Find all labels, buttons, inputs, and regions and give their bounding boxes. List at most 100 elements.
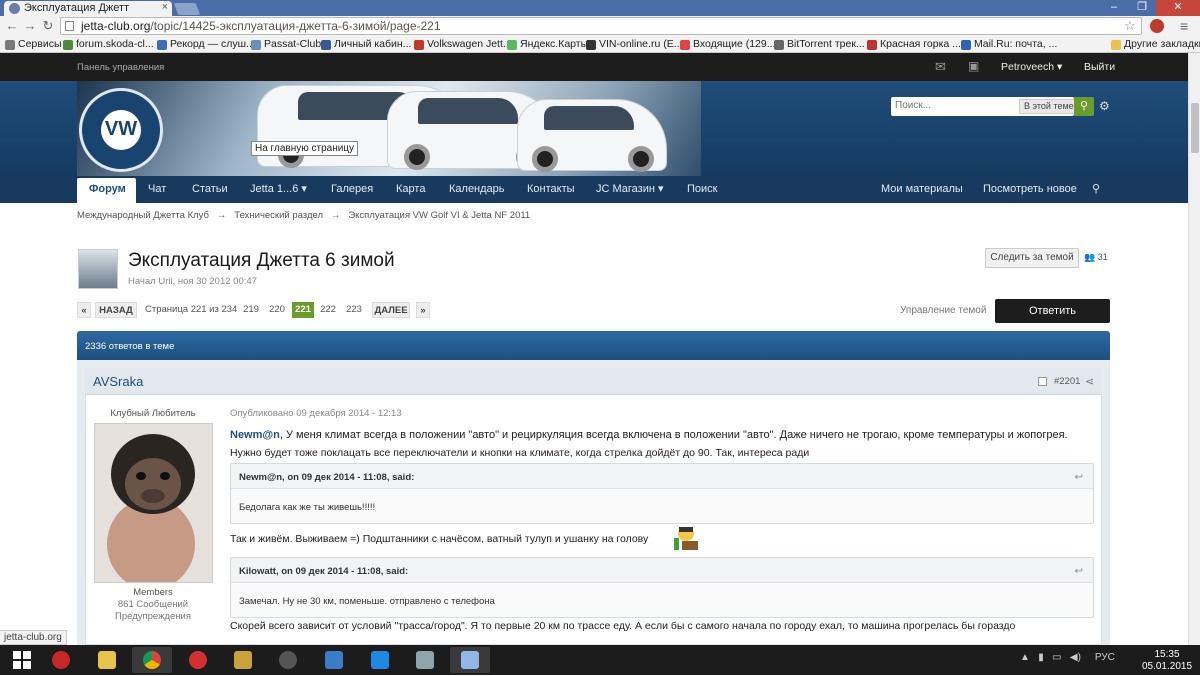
browser-tab[interactable]: Эксплуатация Джетт × [4,1,172,16]
topic-meta: Начал Urii, ноя 30 2012 00:47 [128,276,257,287]
tab-contacts[interactable]: Контакты [527,176,575,203]
extension-icon[interactable] [1150,19,1164,33]
taskbar-app[interactable] [87,647,127,673]
manage-topic-link[interactable]: Управление темой [900,305,986,316]
bookmark-item[interactable]: Красная горка ... [866,37,961,52]
tab-articles[interactable]: Статьи [192,176,228,203]
taskbar-app[interactable] [268,647,308,673]
breadcrumb-item[interactable]: Эксплуатация VW Golf VI & Jetta NF 2011 [348,210,530,221]
bookmark-item[interactable]: Volkswagen Jett... [413,37,512,52]
tab-search[interactable]: Поиск [687,176,717,203]
breadcrumb-item[interactable]: Международный Джетта Клуб [77,210,209,221]
view-quote-icon[interactable]: ↩ [1075,566,1083,577]
reply-button[interactable]: Ответить [995,299,1110,323]
first-page-button[interactable]: « [77,302,91,318]
page-link[interactable]: 223 [343,302,365,318]
last-page-button[interactable]: » [416,302,430,318]
post-text: Нужно будет тоже поклацать все переключа… [230,447,810,459]
start-button[interactable] [3,647,43,673]
search-scope[interactable]: В этой теме [1019,99,1079,114]
forward-arrow-icon[interactable]: → [22,17,38,34]
avatar[interactable] [94,423,213,583]
tab-my-content[interactable]: Мои материалы [881,176,963,203]
users-icon: 👥 [1084,252,1096,262]
post-select-checkbox[interactable] [1038,377,1047,386]
control-panel-link[interactable]: Панель управления [77,62,164,73]
taskbar-app[interactable] [41,647,81,673]
taskbar-app[interactable] [450,647,490,673]
notifications-icon[interactable]: ▣ [968,59,979,73]
status-bubble: jetta-club.org [0,630,67,645]
next-page-button[interactable]: ДАЛЕЕ [372,302,410,318]
tab-map[interactable]: Карта [396,176,425,203]
scrollbar-thumb[interactable] [1191,103,1199,153]
page-link[interactable]: 222 [317,302,339,318]
jetta-club-logo[interactable]: VW [79,88,163,172]
tab-view-new[interactable]: Посмотреть новое [983,176,1077,203]
location-icon[interactable]: ⚲ [1092,176,1100,203]
page-link[interactable]: 219 [240,302,262,318]
minimize-icon[interactable]: – [1100,0,1128,16]
bookmark-item[interactable]: BitTorrent трек... [773,37,865,52]
taskbar-app[interactable] [360,647,400,673]
bookmark-item[interactable]: Яндекс.Карты [506,37,588,52]
show-hidden-icons-icon[interactable]: ▲ [1020,652,1030,663]
followers-count[interactable]: 👥 31 [1084,252,1108,263]
topic-starter-avatar[interactable] [78,249,118,289]
post-author[interactable]: AVSraka [93,374,143,389]
tab-gallery[interactable]: Галерея [331,176,373,203]
gear-icon[interactable]: ⚙ [1099,99,1110,113]
other-bookmarks[interactable]: Другие закладки [1110,37,1200,52]
bookmark-item[interactable]: Рекорд — слуш... [156,37,255,52]
taskbar-app[interactable] [405,647,445,673]
clock[interactable]: 15:35 05.01.2015 [1140,649,1194,673]
post-text: Скорей всего зависит от условий "трасса/… [230,620,1016,632]
tab-forum[interactable]: Форум [89,176,126,203]
page-link[interactable]: 220 [266,302,288,318]
prev-page-button[interactable]: НАЗАД [95,302,137,318]
page-scrollbar[interactable] [1188,53,1200,645]
logout-link[interactable]: Выйти [1084,61,1115,73]
bookmark-item[interactable]: VIN-online.ru (E... [585,37,682,52]
tab-jetta-models[interactable]: Jetta 1...6 ▾ [250,176,307,203]
view-quote-icon[interactable]: ↩ [1075,472,1083,483]
language-indicator[interactable]: РУС [1095,652,1115,663]
quote-text: Бедолага как же ты живешь!!!!! [239,502,376,513]
mention-link[interactable]: Newm@n [230,429,280,441]
bookmark-item[interactable]: Passat-Club [250,37,321,52]
maximize-icon[interactable]: ❐ [1128,0,1156,16]
taskbar-app[interactable] [178,647,218,673]
taskbar-app[interactable] [223,647,263,673]
address-bar[interactable]: jetta-club.org/topic/14425-эксплуатация-… [60,17,1142,35]
bookmark-item[interactable]: Личный кабин... [320,37,411,52]
breadcrumb-item[interactable]: Технический раздел [234,210,323,221]
taskbar-app-active[interactable] [132,647,172,673]
close-window-icon[interactable]: ✕ [1156,0,1200,16]
bookmark-item[interactable]: Входящие (129... [679,37,775,52]
tab-shop[interactable]: JC Магазин ▾ [596,176,664,203]
volume-icon[interactable]: ◀) [1070,652,1081,663]
battery-icon[interactable]: ▭ [1052,652,1061,663]
network-icon[interactable]: ▮ [1038,652,1044,663]
search-input[interactable] [895,100,1005,111]
search-button[interactable]: ⚲ [1074,97,1094,116]
post-number[interactable]: #2201 [1054,376,1080,387]
bookmark-apps[interactable]: Сервисы [4,37,62,52]
bookmark-item[interactable]: forum.skoda-cl... [62,37,154,52]
close-tab-icon[interactable]: × [162,1,168,13]
chrome-menu-icon[interactable]: ≡ [1180,18,1188,34]
user-menu[interactable]: Petroveech ▾ [1001,61,1062,73]
back-arrow-icon[interactable]: ← [4,17,20,34]
tab-calendar[interactable]: Календарь [449,176,505,203]
new-tab-button[interactable] [173,3,201,15]
taskbar-app[interactable] [314,647,354,673]
bookmark-item[interactable]: Mail.Ru: почта, ... [960,37,1057,52]
header-banner[interactable] [77,81,701,176]
tab-chat[interactable]: Чат [148,176,166,203]
follow-topic-button[interactable]: Следить за темой [985,248,1079,268]
reload-icon[interactable]: ↻ [40,17,56,34]
bookmark-star-icon[interactable]: ☆ [1124,18,1136,34]
mail-icon[interactable]: ✉ [935,59,946,75]
share-icon[interactable]: ⋖ [1085,375,1094,388]
user-warnings[interactable]: Предупреждения [85,611,221,622]
